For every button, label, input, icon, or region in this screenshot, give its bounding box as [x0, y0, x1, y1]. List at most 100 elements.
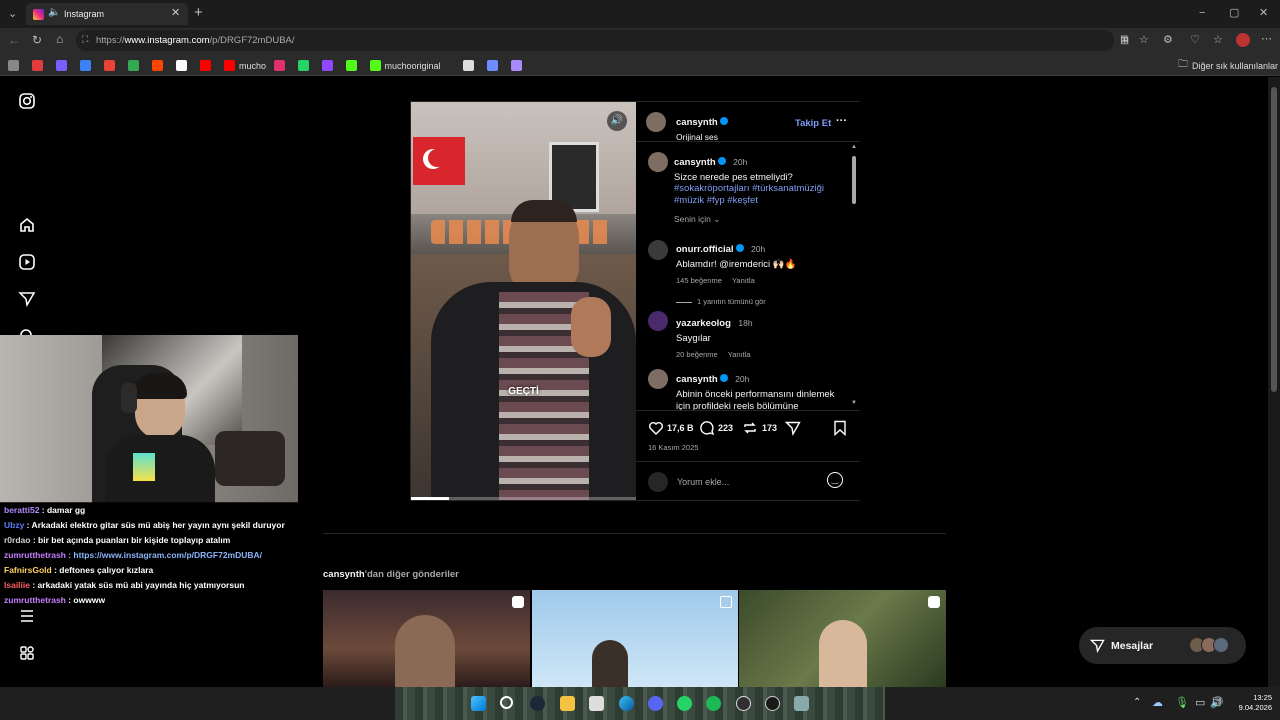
split-screen-icon[interactable]: ⊞: [1120, 34, 1129, 47]
bookmark-item[interactable]: [345, 59, 357, 72]
chat-username[interactable]: FafnirsGold: [4, 565, 52, 575]
chat-username[interactable]: zumrutthetrash: [4, 595, 66, 605]
author-avatar[interactable]: [646, 112, 666, 132]
other-bookmarks-button[interactable]: 🗀 Diğer sık kullanılanlar: [1178, 59, 1278, 72]
view-replies-button[interactable]: 1 yanıtın tümünü gör: [676, 297, 841, 306]
bookmark-item[interactable]: [200, 59, 211, 72]
bookmark-item[interactable]: muchooriginal: [369, 59, 441, 72]
hamburger-menu-icon[interactable]: [18, 607, 36, 625]
tray-overflow-icon[interactable]: ⌃: [1133, 697, 1141, 708]
comment-likes[interactable]: 20 beğenme: [676, 350, 718, 359]
scrollbar-thumb[interactable]: [1271, 87, 1277, 392]
comment-likes[interactable]: 145 beğenme: [676, 276, 722, 285]
chat-username[interactable]: beratti52: [4, 505, 39, 515]
like-count[interactable]: 17,6 B: [667, 423, 694, 433]
messages-button[interactable]: Mesajlar: [1079, 627, 1246, 664]
more-post-thumbnail[interactable]: [323, 590, 530, 687]
page-scrollbar[interactable]: [1268, 77, 1280, 687]
caption-username[interactable]: cansynth: [674, 157, 716, 168]
calculator-icon[interactable]: [589, 696, 604, 711]
comment-bubble-icon[interactable]: [699, 420, 715, 436]
bookmark-item[interactable]: [80, 59, 91, 72]
bookmark-item[interactable]: [152, 59, 163, 72]
bookmark-item[interactable]: mucho: [224, 59, 266, 72]
new-tab-icon[interactable]: +: [194, 4, 203, 21]
follow-button[interactable]: Takip Et: [795, 118, 831, 129]
comment-count[interactable]: 223: [718, 423, 733, 433]
bookmark-item[interactable]: [56, 59, 67, 72]
tab-list-icon[interactable]: ⌄: [8, 7, 17, 20]
comment-sort-dropdown[interactable]: Senin için ⌄: [674, 214, 720, 225]
emoji-icon[interactable]: ‿: [827, 472, 843, 488]
search-icon[interactable]: [500, 696, 513, 709]
more-options-icon[interactable]: ···: [836, 115, 847, 127]
microphone-icon[interactable]: 🎙: [1175, 696, 1189, 709]
chat-text[interactable]: : https://www.instagram.com/p/DRGF72mDUB…: [66, 550, 262, 560]
author-username[interactable]: cansynth: [676, 117, 718, 128]
more-post-thumbnail[interactable]: [739, 590, 946, 687]
edge-icon[interactable]: [619, 696, 634, 711]
bookmark-item[interactable]: [104, 59, 115, 72]
clock[interactable]: 13:25 9.04.2026: [1232, 693, 1272, 713]
url-field[interactable]: ⛶ https://www.instagram.com/p/DRGF72mDUB…: [76, 30, 1128, 51]
volume-icon[interactable]: 🔊: [1210, 696, 1224, 709]
back-icon[interactable]: ←: [8, 33, 20, 47]
bookmark-item[interactable]: [487, 59, 498, 72]
maximize-icon[interactable]: ▢: [1229, 6, 1239, 19]
bookmark-item[interactable]: [321, 59, 333, 72]
like-heart-icon[interactable]: [648, 420, 664, 436]
chat-username[interactable]: Ubzy: [4, 520, 24, 530]
direct-send-icon[interactable]: [18, 290, 36, 308]
minimize-icon[interactable]: −: [1199, 7, 1205, 19]
comment-reply[interactable]: Yanıtla: [732, 276, 755, 285]
bookmark-item[interactable]: [176, 59, 187, 72]
more-post-thumbnail[interactable]: [532, 590, 738, 687]
tab-audio-icon[interactable]: 🔈: [48, 7, 60, 18]
home-icon[interactable]: ⌂: [56, 32, 63, 46]
reload-icon[interactable]: ↻: [32, 33, 42, 47]
close-window-icon[interactable]: ✕: [1259, 6, 1268, 19]
post-video[interactable]: GEÇTİ 🔊: [411, 102, 636, 500]
app-icon[interactable]: [765, 696, 780, 711]
obs-icon[interactable]: [736, 696, 751, 711]
comment-username[interactable]: yazarkeolog: [676, 318, 731, 329]
whatsapp-icon[interactable]: [677, 696, 692, 711]
extensions-icon[interactable]: ⚙: [1163, 33, 1173, 46]
repost-count[interactable]: 173: [762, 423, 777, 433]
bookmark-item[interactable]: [128, 59, 139, 72]
chat-username[interactable]: r0rdao: [4, 535, 30, 545]
display-icon[interactable]: ▭: [1195, 696, 1205, 709]
bookmark-item[interactable]: [273, 59, 285, 72]
favorites-icon[interactable]: ☆: [1213, 33, 1223, 46]
app-icon[interactable]: [794, 696, 809, 711]
bookmark-item[interactable]: [32, 59, 43, 72]
comments-scrollbar-thumb[interactable]: [852, 156, 856, 204]
reels-icon[interactable]: [18, 253, 36, 271]
comment-avatar[interactable]: [648, 369, 668, 389]
bookmark-item[interactable]: [8, 59, 19, 72]
comment-avatar[interactable]: [648, 240, 668, 260]
file-explorer-icon[interactable]: [560, 696, 575, 711]
browser-essentials-icon[interactable]: ♡: [1190, 33, 1200, 46]
more-posts-user[interactable]: cansynth: [323, 569, 365, 580]
scroll-up-icon[interactable]: ▲: [851, 144, 857, 150]
comment-input[interactable]: Yorum ekle...: [677, 477, 729, 487]
cloud-icon[interactable]: ☁: [1152, 696, 1163, 709]
comment-reply[interactable]: Yanıtla: [728, 350, 751, 359]
instagram-logo-icon[interactable]: [18, 92, 36, 110]
chat-username[interactable]: zumrutthetrash: [4, 550, 66, 560]
home-icon[interactable]: [18, 216, 36, 234]
comment-username[interactable]: cansynth: [676, 374, 718, 385]
video-progress-track[interactable]: [411, 497, 636, 500]
bookmark-item[interactable]: [297, 59, 309, 72]
comment-username[interactable]: onurr.official: [676, 244, 734, 255]
tab-close-icon[interactable]: ✕: [171, 6, 180, 19]
bookmark-item[interactable]: [463, 59, 474, 72]
discord-icon[interactable]: [648, 696, 663, 711]
spotify-icon[interactable]: [706, 696, 721, 711]
also-from-meta-icon[interactable]: [18, 644, 36, 662]
comments-scrollbar[interactable]: ▲ ▼: [850, 144, 858, 409]
chat-username[interactable]: lsailiie: [4, 580, 30, 590]
caption-avatar[interactable]: [648, 152, 668, 172]
browser-tab[interactable]: 🔈 Instagram ✕: [26, 3, 188, 25]
